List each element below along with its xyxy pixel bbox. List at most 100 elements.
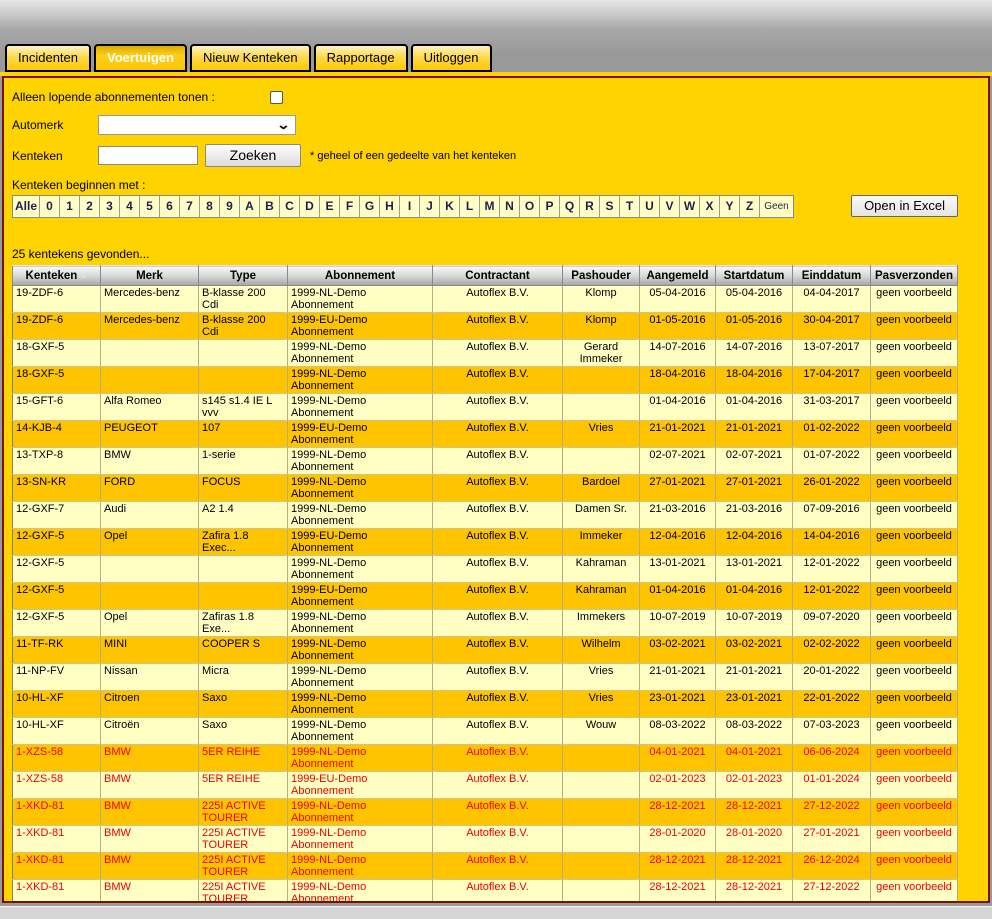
cell-pasverzonden: geen voorbeeld	[871, 610, 958, 637]
cell-einddatum: 26-12-2024	[793, 853, 871, 880]
cell-merk: BMW	[101, 772, 199, 799]
column-header-startdatum[interactable]: Startdatum	[716, 266, 793, 286]
automerk-select[interactable]: ⌄	[98, 115, 296, 135]
letter-filter-1[interactable]: 1	[60, 196, 80, 217]
tab-uitloggen[interactable]: Uitloggen	[411, 44, 492, 72]
letter-filter-v[interactable]: V	[660, 196, 680, 217]
column-header-pasverzonden[interactable]: Pasverzonden	[871, 266, 958, 286]
column-header-pashouder[interactable]: Pashouder	[563, 266, 640, 286]
cell-einddatum: 02-02-2022	[793, 637, 871, 664]
only-running-label: Alleen lopende abonnementen tonen :	[12, 90, 270, 104]
letter-filter-geen[interactable]: Geen	[760, 196, 793, 217]
tab-nieuw-kenteken[interactable]: Nieuw Kenteken	[190, 44, 311, 72]
column-header-kenteken[interactable]: Kenteken ▲	[13, 266, 101, 286]
column-header-einddatum[interactable]: Einddatum	[793, 266, 871, 286]
app-window: IncidentenVoertuigenNieuw KentekenRappor…	[0, 0, 992, 919]
cell-pashouder	[563, 880, 640, 904]
letter-filter-y[interactable]: Y	[720, 196, 740, 217]
tab-incidenten[interactable]: Incidenten	[5, 44, 91, 72]
cell-einddatum: 31-03-2017	[793, 394, 871, 421]
letter-filter-8[interactable]: 8	[200, 196, 220, 217]
letter-filter-alle[interactable]: Alle	[13, 196, 40, 217]
cell-pasverzonden: geen voorbeeld	[871, 637, 958, 664]
cell-startdatum: 10-07-2019	[716, 610, 793, 637]
letter-filter-z[interactable]: Z	[740, 196, 760, 217]
letter-filter-q[interactable]: Q	[560, 196, 580, 217]
cell-einddatum: 27-01-2021	[793, 826, 871, 853]
only-running-checkbox[interactable]	[270, 91, 283, 104]
letter-filter-o[interactable]: O	[520, 196, 540, 217]
letter-filter-m[interactable]: M	[480, 196, 500, 217]
cell-type	[199, 556, 288, 583]
letter-filter-r[interactable]: R	[580, 196, 600, 217]
letter-filter-c[interactable]: C	[280, 196, 300, 217]
letter-filter-h[interactable]: H	[380, 196, 400, 217]
column-header-aangemeld[interactable]: Aangemeld	[640, 266, 716, 286]
cell-aangemeld: 03-02-2021	[640, 637, 716, 664]
cell-type: A2 1.4	[199, 502, 288, 529]
column-header-merk[interactable]: Merk	[101, 266, 199, 286]
cell-aangemeld: 21-03-2016	[640, 502, 716, 529]
letter-filter-a[interactable]: A	[240, 196, 260, 217]
letter-filter-k[interactable]: K	[440, 196, 460, 217]
letter-filter-i[interactable]: I	[400, 196, 420, 217]
cell-einddatum: 12-01-2022	[793, 556, 871, 583]
cell-type: 225I ACTIVE TOURER	[199, 826, 288, 853]
letter-filter-g[interactable]: G	[360, 196, 380, 217]
cell-pasverzonden: geen voorbeeld	[871, 286, 958, 313]
cell-merk: BMW	[101, 799, 199, 826]
cell-type: B-klasse 200 Cdi	[199, 286, 288, 313]
letter-filter-e[interactable]: E	[320, 196, 340, 217]
table-row: 15-GFT-6Alfa Romeos145 s1.4 IE L vvv1999…	[13, 394, 958, 421]
cell-merk	[101, 367, 199, 394]
column-header-contractant[interactable]: Contractant	[433, 266, 563, 286]
cell-kenteken: 1-XKD-81	[13, 853, 101, 880]
letter-filter-b[interactable]: B	[260, 196, 280, 217]
tab-voertuigen[interactable]: Voertuigen	[94, 44, 187, 72]
table-row: 1-XKD-81BMW225I ACTIVE TOURER1999-NL-Dem…	[13, 853, 958, 880]
cell-pashouder: Kahraman	[563, 556, 640, 583]
cell-pashouder	[563, 826, 640, 853]
column-header-type[interactable]: Type	[199, 266, 288, 286]
letter-filter-2[interactable]: 2	[80, 196, 100, 217]
letter-filter-n[interactable]: N	[500, 196, 520, 217]
letter-filter-s[interactable]: S	[600, 196, 620, 217]
horizontal-scrollbar-track[interactable]	[0, 906, 992, 919]
letter-filter-f[interactable]: F	[340, 196, 360, 217]
cell-contractant: Autoflex B.V.	[433, 529, 563, 556]
letter-filter-3[interactable]: 3	[100, 196, 120, 217]
letter-filter-t[interactable]: T	[620, 196, 640, 217]
cell-kenteken: 11-TF-RK	[13, 637, 101, 664]
letter-filter-j[interactable]: J	[420, 196, 440, 217]
letter-filter-u[interactable]: U	[640, 196, 660, 217]
cell-abonnement: 1999-EU-Demo Abonnement	[288, 529, 433, 556]
open-in-excel-button[interactable]: Open in Excel	[851, 195, 958, 217]
cell-abonnement: 1999-NL-Demo Abonnement	[288, 394, 433, 421]
letter-filter-l[interactable]: L	[460, 196, 480, 217]
letter-filter-5[interactable]: 5	[140, 196, 160, 217]
zoeken-button[interactable]: Zoeken	[205, 144, 301, 167]
cell-type: Micra	[199, 664, 288, 691]
letter-filter-p[interactable]: P	[540, 196, 560, 217]
cell-einddatum: 14-04-2016	[793, 529, 871, 556]
cell-merk: Nissan	[101, 664, 199, 691]
letter-filter-4[interactable]: 4	[120, 196, 140, 217]
tab-rapportage[interactable]: Rapportage	[314, 44, 408, 72]
letter-filter-7[interactable]: 7	[180, 196, 200, 217]
kenteken-input[interactable]	[98, 146, 198, 165]
cell-type: s145 s1.4 IE L vvv	[199, 394, 288, 421]
cell-contractant: Autoflex B.V.	[433, 583, 563, 610]
letter-filter-0[interactable]: 0	[40, 196, 60, 217]
cell-einddatum: 07-09-2016	[793, 502, 871, 529]
column-header-abonnement[interactable]: Abonnement	[288, 266, 433, 286]
letter-filter-6[interactable]: 6	[160, 196, 180, 217]
letter-filter-x[interactable]: X	[700, 196, 720, 217]
letter-filter-9[interactable]: 9	[220, 196, 240, 217]
cell-einddatum: 22-01-2022	[793, 691, 871, 718]
cell-kenteken: 12-GXF-7	[13, 502, 101, 529]
letter-filter-w[interactable]: W	[680, 196, 700, 217]
letter-filter-d[interactable]: D	[300, 196, 320, 217]
cell-type: Saxo	[199, 691, 288, 718]
cell-abonnement: 1999-NL-Demo Abonnement	[288, 691, 433, 718]
cell-abonnement: 1999-NL-Demo Abonnement	[288, 502, 433, 529]
